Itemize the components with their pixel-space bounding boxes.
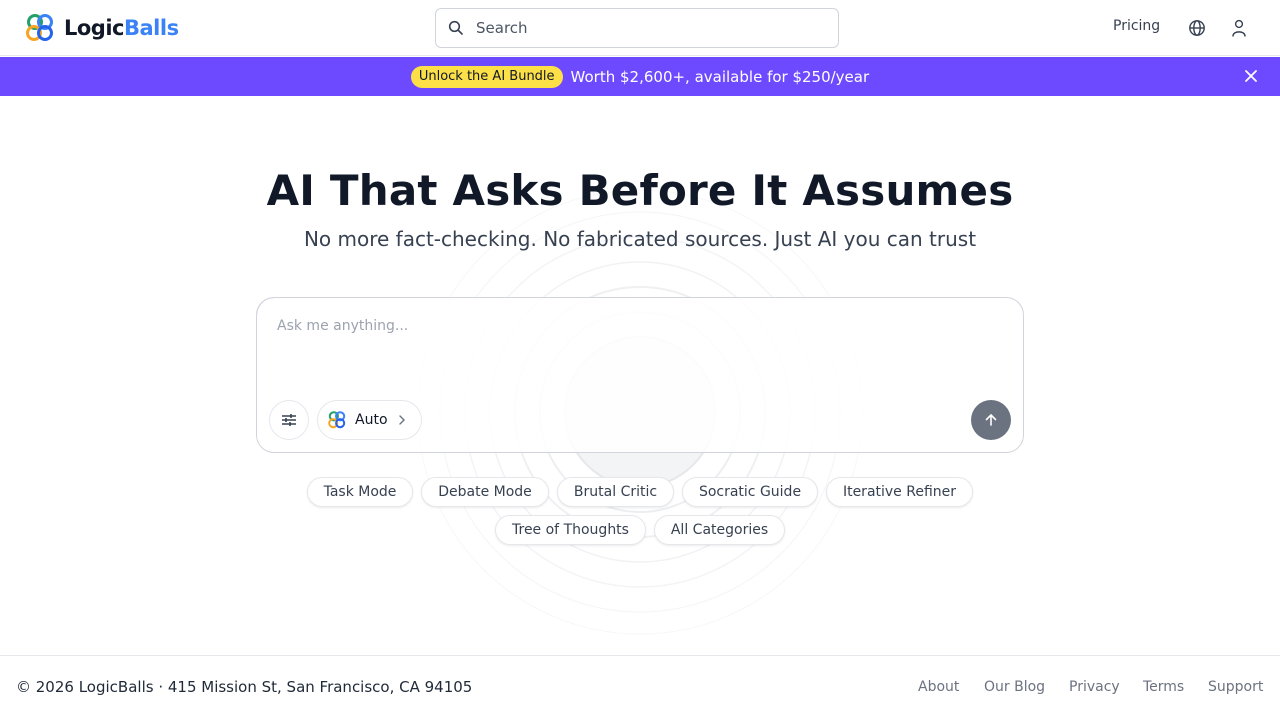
settings-button[interactable] [269,400,309,440]
model-label: Auto [355,412,388,428]
chip-tree-of-thoughts[interactable]: Tree of Thoughts [495,515,646,545]
footer-link-terms[interactable]: Terms [1143,679,1184,695]
logo-icon [26,14,53,41]
prompt-box: Auto [256,297,1024,453]
top-navbar: LogicBalls Pricing [0,0,1280,56]
footer-link-blog[interactable]: Our Blog [984,679,1045,695]
footer-link-support[interactable]: Support [1208,679,1263,695]
search-icon [448,20,463,35]
prompt-input[interactable] [277,318,997,378]
footer-copyright: © 2026 LogicBalls · 415 Mission St, San … [16,678,473,696]
chip-task-mode[interactable]: Task Mode [307,477,413,507]
model-selector[interactable]: Auto [317,400,422,440]
chip-all-categories[interactable]: All Categories [654,515,785,545]
sliders-icon [282,414,296,426]
chip-debate-mode[interactable]: Debate Mode [421,477,549,507]
close-icon[interactable] [1244,69,1258,83]
brand-name-part2: Balls [124,16,179,40]
search-box[interactable] [435,8,839,48]
chip-socratic-guide[interactable]: Socratic Guide [682,477,818,507]
brand-name: LogicBalls [64,16,179,40]
globe-icon[interactable] [1188,19,1206,37]
brand-logo[interactable]: LogicBalls [24,12,179,44]
promo-badge[interactable]: Unlock the AI Bundle [410,65,563,88]
send-button[interactable] [971,400,1011,440]
chip-brutal-critic[interactable]: Brutal Critic [557,477,674,507]
user-icon[interactable] [1231,19,1247,37]
brand-name-part1: Logic [64,16,125,40]
footer-link-about[interactable]: About [918,679,959,695]
footer-link-privacy[interactable]: Privacy [1069,679,1120,695]
model-logo-icon [328,411,346,429]
chevron-right-icon [398,415,405,425]
search-input[interactable] [476,19,816,37]
hero-title: AI That Asks Before It Assumes [266,166,1014,215]
promo-text[interactable]: Worth $2,600+, available for $250/year [571,68,870,86]
arrow-up-icon [985,414,997,426]
pricing-link[interactable]: Pricing [1113,18,1160,34]
footer: © 2026 LogicBalls · 415 Mission St, San … [0,655,1280,720]
chip-iterative-refiner[interactable]: Iterative Refiner [826,477,973,507]
promo-banner: Unlock the AI Bundle Worth $2,600+, avai… [0,57,1280,96]
hero-subtitle: No more fact-checking. No fabricated sou… [303,227,977,251]
